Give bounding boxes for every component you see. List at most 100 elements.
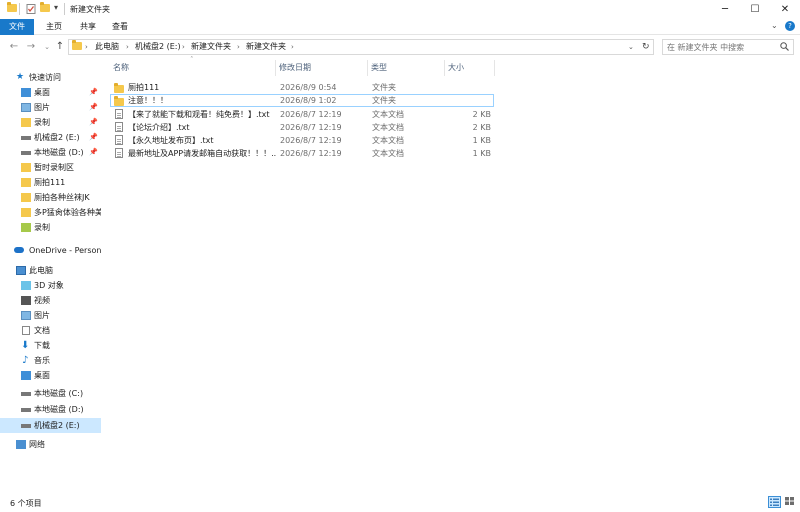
sidebar-item-desktop-pc[interactable]: 桌面	[0, 368, 101, 383]
file-type: 文件夹	[372, 83, 396, 92]
sidebar-item-drive-d-pc[interactable]: 本地磁盘 (D:)	[0, 402, 101, 417]
new-folder-icon[interactable]	[40, 2, 50, 14]
sidebar-item-drive-d[interactable]: 本地磁盘 (D:) 📌	[0, 145, 101, 160]
customize-quick-access-icon[interactable]: ▾	[54, 3, 64, 13]
sidebar-item-label: 图片	[34, 311, 50, 320]
breadcrumb-drive-e[interactable]: 机械盘2 (E:)	[135, 40, 181, 54]
ribbon-tabs: 文件 主页 共享 查看 ⌄ ?	[0, 19, 800, 35]
file-row[interactable]: 【论坛介绍】.txt 2026/8/7 12:19 文本文档 2 KB	[110, 121, 494, 134]
sidebar-item-label: 此电脑	[29, 266, 53, 275]
sidebar-item-label: 多P猛肏体验各种美	[34, 208, 101, 217]
file-row[interactable]: 厕拍111 2026/8/9 0:54 文件夹	[110, 81, 494, 94]
breadcrumb-folder-2[interactable]: 新建文件夹	[246, 40, 286, 54]
sidebar-item-recordings[interactable]: 录制 📌	[0, 115, 101, 130]
up-arrow-icon[interactable]: ↑	[54, 40, 66, 54]
sidebar-item-drive-e[interactable]: 机械盘2 (E:) 📌	[0, 130, 101, 145]
sidebar-item-folder[interactable]: 暂时录制区	[0, 160, 101, 175]
refresh-icon[interactable]: ↻	[642, 40, 650, 54]
sidebar-item-videos[interactable]: 视频	[0, 293, 101, 308]
help-icon[interactable]: ?	[785, 21, 795, 31]
column-name[interactable]: 名称	[110, 60, 275, 76]
network-icon	[16, 440, 26, 449]
forward-arrow-icon[interactable]: →	[25, 40, 37, 54]
sidebar-item-label: 录制	[34, 118, 50, 127]
sidebar-item-quick-access[interactable]: ★ 快速访问	[0, 70, 101, 85]
chevron-right-icon[interactable]: ›	[237, 40, 240, 54]
chevron-right-icon: ›	[85, 43, 88, 51]
folder-icon	[114, 96, 124, 106]
sidebar-item-label: 快速访问	[29, 73, 61, 82]
sidebar-item-label: 桌面	[34, 88, 50, 97]
sidebar-item-documents[interactable]: 文档	[0, 323, 101, 338]
folder-icon	[72, 40, 82, 52]
folder-icon	[114, 83, 124, 93]
text-file-icon	[115, 148, 123, 158]
tab-share[interactable]: 共享	[74, 19, 102, 35]
chevron-right-icon[interactable]: ›	[182, 40, 185, 54]
sidebar-item-label: 本地磁盘 (C:)	[34, 389, 84, 398]
breadcrumb-this-pc[interactable]: 此电脑	[95, 40, 119, 54]
sidebar-item-label: 厕拍各种丝袜JK	[34, 193, 90, 202]
search-icon[interactable]	[780, 42, 789, 51]
sidebar-item-label: 厕拍111	[34, 178, 66, 187]
large-icons-view-button[interactable]	[784, 496, 797, 508]
tab-file[interactable]: 文件	[0, 19, 34, 35]
sidebar-item-folder[interactable]: 厕拍各种丝袜JK	[0, 190, 101, 205]
close-button[interactable]: ✕	[770, 0, 800, 19]
file-row[interactable]: 最新地址及APP请发邮箱自动获取！！！.... 2026/8/7 12:19 文…	[110, 147, 494, 160]
sidebar-item-label: 机械盘2 (E:)	[34, 133, 80, 142]
file-row[interactable]: 【来了就能下载和观看！纯免费！】.txt 2026/8/7 12:19 文本文档…	[110, 108, 494, 121]
minimize-button[interactable]: ─	[710, 0, 740, 19]
file-row[interactable]: 【永久地址发布页】.txt 2026/8/7 12:19 文本文档 1 KB	[110, 134, 494, 147]
sidebar-item-label: 机械盘2 (E:)	[34, 421, 80, 430]
properties-icon[interactable]	[26, 4, 36, 14]
sidebar-item-drive-e-pc[interactable]: 机械盘2 (E:)	[0, 418, 101, 433]
recent-locations-icon[interactable]: ⌄	[41, 40, 53, 54]
folder-icon	[21, 163, 31, 172]
sidebar-item-label: 下载	[34, 341, 50, 350]
file-row[interactable]: 注意！！！ 2026/8/9 1:02 文件夹	[110, 94, 494, 107]
search-box[interactable]	[662, 39, 794, 55]
sidebar-item-3d-objects[interactable]: 3D 对象	[0, 278, 101, 293]
column-date[interactable]: 修改日期	[276, 60, 367, 76]
folder-icon	[7, 2, 17, 14]
file-size: 1 KB	[472, 136, 491, 145]
sidebar-item-desktop[interactable]: 桌面 📌	[0, 85, 101, 100]
chevron-right-icon[interactable]: ›	[126, 40, 129, 54]
chevron-down-icon[interactable]: ⌄	[771, 21, 778, 30]
search-input[interactable]	[667, 41, 777, 53]
maximize-button[interactable]: ☐	[740, 0, 770, 19]
sidebar-item-folder[interactable]: 多P猛肏体验各种美	[0, 205, 101, 220]
column-divider[interactable]	[494, 60, 495, 76]
breadcrumb-folder-1[interactable]: 新建文件夹	[191, 40, 231, 54]
sidebar-item-pictures-pc[interactable]: 图片	[0, 308, 101, 323]
pictures-icon	[21, 103, 31, 112]
back-arrow-icon[interactable]: ←	[8, 40, 20, 54]
column-size[interactable]: 大小	[445, 60, 495, 76]
sidebar-item-pictures[interactable]: 图片 📌	[0, 100, 101, 115]
navigation-bar: ← → ⌄ ↑ › 此电脑 › 机械盘2 (E:) › 新建文件夹 › 新建文件…	[0, 36, 800, 58]
sidebar-item-network[interactable]: 网络	[0, 437, 101, 452]
download-icon: ⬇	[21, 340, 30, 351]
sidebar-item-this-pc[interactable]: 此电脑	[0, 263, 101, 278]
desktop-icon	[21, 88, 31, 97]
sidebar-item-music[interactable]: ♪ 音乐	[0, 353, 101, 368]
address-bar[interactable]: › 此电脑 › 机械盘2 (E:) › 新建文件夹 › 新建文件夹 › ⌄ ↻	[68, 39, 654, 55]
text-file-icon	[115, 135, 123, 145]
navigation-pane: ★ 快速访问 桌面 📌 图片 📌 录制 📌 机械盘2 (E:) 📌 本地磁盘 (…	[0, 62, 101, 492]
tab-home[interactable]: 主页	[40, 19, 68, 35]
chevron-right-icon[interactable]: ›	[291, 40, 294, 54]
tab-view[interactable]: 查看	[106, 19, 134, 35]
sidebar-item-onedrive[interactable]: OneDrive - Persona	[0, 243, 101, 258]
sidebar-item-recordings-2[interactable]: 录制	[0, 220, 101, 235]
file-date: 2026/8/7 12:19	[280, 110, 342, 119]
sidebar-item-downloads[interactable]: ⬇ 下载	[0, 338, 101, 353]
chevron-down-icon[interactable]: ⌄	[628, 40, 634, 54]
recording-folder-icon	[21, 223, 31, 232]
sidebar-item-drive-c[interactable]: 本地磁盘 (C:)	[0, 386, 101, 401]
details-view-button[interactable]	[768, 496, 781, 508]
title-bar: ▾ 新建文件夹 ─ ☐ ✕	[0, 0, 800, 19]
column-type[interactable]: 类型	[368, 60, 444, 76]
computer-icon	[16, 266, 26, 275]
sidebar-item-folder[interactable]: 厕拍111	[0, 175, 101, 190]
